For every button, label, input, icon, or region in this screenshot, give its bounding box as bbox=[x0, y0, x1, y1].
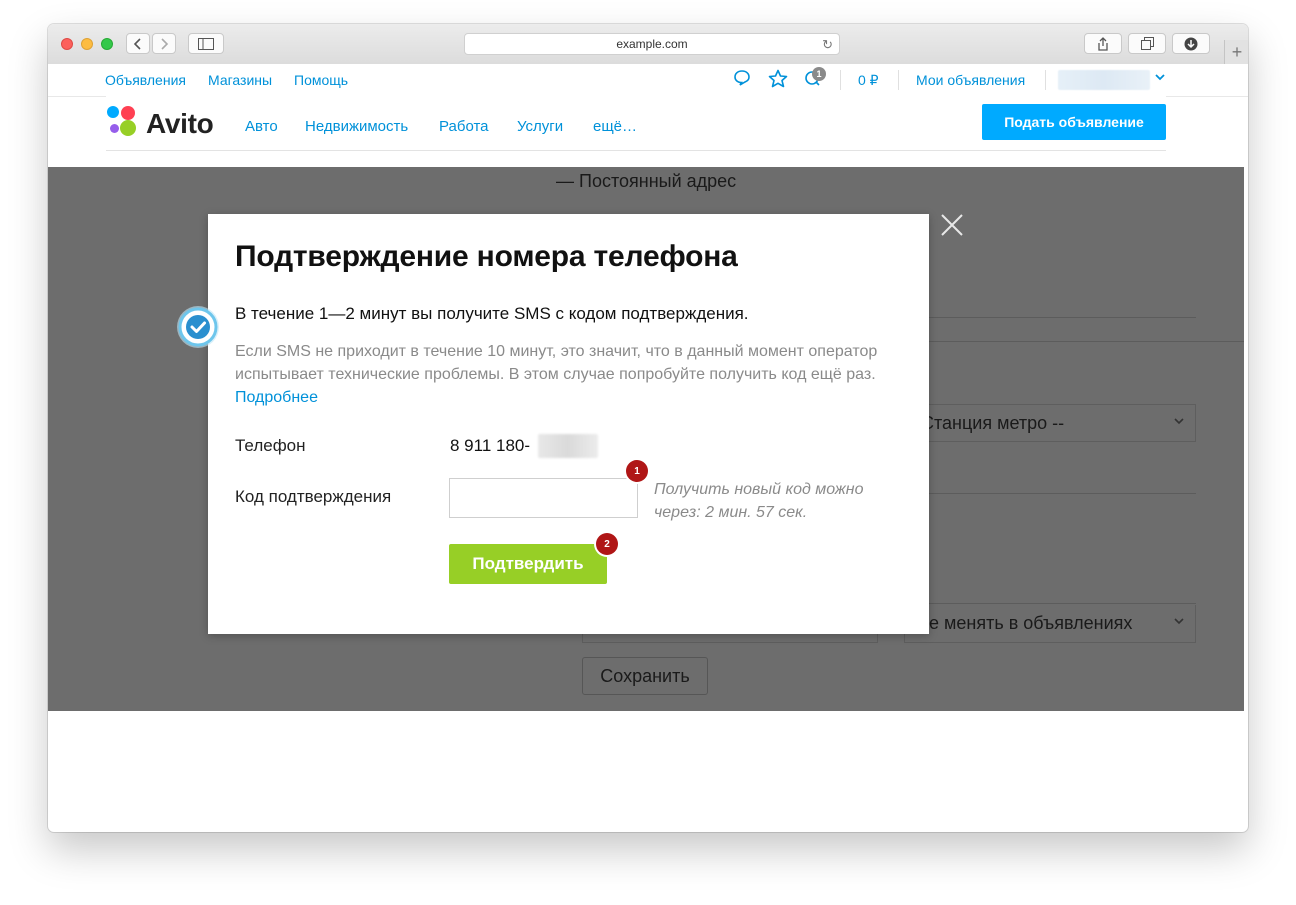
wallet-balance[interactable]: 0 ₽ bbox=[858, 72, 879, 89]
modal-note-text: Если SMS не приходит в течение 10 минут,… bbox=[235, 343, 878, 383]
reload-icon[interactable]: ↻ bbox=[822, 37, 833, 53]
category-realty[interactable]: Недвижимость bbox=[305, 118, 408, 135]
confirm-button[interactable]: Подтвердить bbox=[449, 544, 607, 584]
divider bbox=[1045, 70, 1046, 90]
new-tab-button[interactable]: + bbox=[1224, 40, 1248, 64]
more-info-link[interactable]: Подробнее bbox=[235, 389, 318, 406]
category-more[interactable]: ещё… bbox=[593, 118, 637, 135]
step-badge-2: 2 bbox=[596, 533, 618, 555]
save-button[interactable]: Сохранить bbox=[582, 657, 708, 695]
close-window-button[interactable] bbox=[61, 38, 73, 50]
metro-select[interactable]: Станция метро -- bbox=[910, 404, 1196, 442]
url-text: example.com bbox=[616, 37, 688, 51]
modal-title: Подтверждение номера телефона bbox=[235, 240, 738, 273]
logo-text: Avito bbox=[146, 108, 214, 139]
share-icon bbox=[1098, 36, 1108, 51]
my-ads-link[interactable]: Мои объявления bbox=[916, 72, 1025, 88]
visibility-select-value: е менять в объявлениях bbox=[929, 613, 1133, 633]
notification-count-badge: 1 bbox=[812, 67, 826, 81]
sidebar-toggle-button[interactable] bbox=[188, 33, 224, 54]
forward-button[interactable] bbox=[152, 33, 176, 54]
logo-dot-purple bbox=[110, 124, 119, 133]
resend-code-hint: Получить новый код можно через: 2 мин. 5… bbox=[654, 481, 864, 521]
share-button[interactable] bbox=[1084, 33, 1122, 54]
close-modal-button[interactable] bbox=[936, 209, 968, 241]
metro-select-value: Станция метро -- bbox=[921, 412, 1065, 433]
chevron-down-icon bbox=[1173, 414, 1185, 430]
modal-note: Если SMS не приходит в течение 10 минут,… bbox=[235, 340, 905, 409]
download-icon bbox=[1184, 37, 1198, 50]
minimize-window-button[interactable] bbox=[81, 38, 93, 50]
category-jobs[interactable]: Работа bbox=[439, 118, 489, 135]
site-header: Avito Авто Недвижимость Работа Услуги ещ… bbox=[106, 96, 1166, 151]
step-badge-1: 1 bbox=[626, 460, 648, 482]
address-label: — Постоянный адрес bbox=[556, 171, 737, 191]
user-nav: Объявления Магазины Помощь 1 0 ₽ Мои объ… bbox=[48, 64, 1248, 97]
favorites-star-icon[interactable] bbox=[768, 69, 788, 94]
sidebar-icon bbox=[198, 37, 214, 50]
chevron-left-icon bbox=[133, 37, 141, 50]
back-button[interactable] bbox=[126, 33, 150, 54]
plus-icon: + bbox=[1231, 41, 1243, 62]
logo-dot-blue bbox=[107, 106, 119, 118]
browser-toolbar: example.com ↻ + bbox=[48, 24, 1248, 65]
category-auto[interactable]: Авто bbox=[245, 118, 278, 135]
tabs-icon bbox=[1140, 37, 1154, 50]
category-services[interactable]: Услуги bbox=[517, 118, 563, 135]
divider bbox=[898, 70, 899, 90]
divider bbox=[928, 317, 1196, 318]
divider bbox=[840, 70, 841, 90]
nav-link-help[interactable]: Помощь bbox=[294, 72, 348, 88]
post-ad-button[interactable]: Подать объявление bbox=[982, 104, 1166, 140]
messages-icon[interactable] bbox=[733, 69, 751, 92]
address-bar[interactable]: example.com ↻ bbox=[464, 33, 840, 55]
visibility-select[interactable]: е менять в объявлениях bbox=[904, 605, 1196, 643]
modal-lead-text: В течение 1—2 минут вы получите SMS с ко… bbox=[235, 304, 749, 323]
zoom-window-button[interactable] bbox=[101, 38, 113, 50]
chevron-down-icon bbox=[1173, 614, 1185, 630]
verified-check-icon bbox=[175, 304, 221, 350]
nav-link-shops[interactable]: Магазины bbox=[208, 72, 272, 88]
chevron-right-icon bbox=[161, 37, 169, 50]
code-label: Код подтверждения bbox=[235, 487, 392, 506]
logo-dot-green bbox=[120, 120, 136, 136]
tabs-overview-button[interactable] bbox=[1128, 33, 1166, 54]
downloads-button[interactable] bbox=[1172, 33, 1210, 54]
phone-label: Телефон bbox=[235, 436, 306, 455]
divider bbox=[928, 341, 1244, 342]
confirmation-code-input[interactable] bbox=[449, 478, 638, 518]
phone-redacted bbox=[538, 434, 598, 458]
divider bbox=[904, 603, 1196, 604]
divider bbox=[928, 493, 1196, 494]
phone-value: 8 911 180- bbox=[450, 436, 531, 455]
user-name-redacted[interactable] bbox=[1058, 70, 1150, 90]
logo-dot-red bbox=[121, 106, 135, 120]
phone-verification-modal: Подтверждение номера телефона В течение … bbox=[208, 214, 929, 634]
browser-window: example.com ↻ + Объявления Магазины Помо… bbox=[48, 24, 1248, 832]
nav-link-ads[interactable]: Объявления bbox=[105, 72, 186, 88]
close-icon bbox=[941, 214, 963, 236]
chevron-down-icon[interactable] bbox=[1154, 70, 1166, 86]
